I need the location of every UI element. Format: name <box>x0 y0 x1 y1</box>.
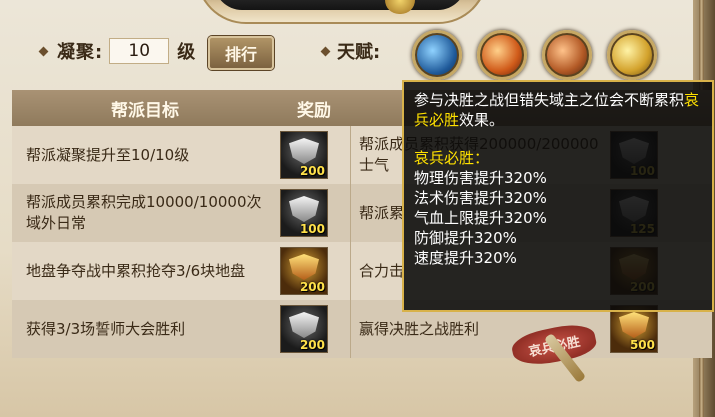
diamond-bullet-icon <box>38 46 49 56</box>
flame-emblem-icon[interactable] <box>477 30 527 80</box>
reward-item[interactable]: 200 <box>280 131 328 179</box>
tooltip-stat: 气血上限提升320% <box>414 209 547 227</box>
goal-text: 帮派凝聚提升至10/10级 <box>26 145 190 164</box>
shield-icon <box>289 138 319 164</box>
reward-item[interactable]: 100 <box>280 189 328 237</box>
reward-item[interactable]: 200 <box>280 247 328 295</box>
talent-tooltip: 参与决胜之战但错失域主之位会不断累积哀兵必胜效果。 哀兵必胜： 物理伤害提升32… <box>402 80 714 312</box>
axe-icon[interactable] <box>412 30 462 80</box>
tooltip-description: 参与决胜之战但错失域主之位会不断累积哀兵必胜效果。 <box>414 91 700 129</box>
reward-count: 200 <box>299 338 325 352</box>
gold-shield-icon <box>619 312 649 338</box>
reward-count: 100 <box>299 222 325 236</box>
reward-count: 200 <box>299 280 325 294</box>
talent-icons <box>412 30 672 80</box>
level-row: 凝聚: 10 级 <box>38 34 196 68</box>
level-unit: 级 <box>177 42 196 63</box>
tooltip-stat: 防御提升320% <box>414 229 517 247</box>
reward-item[interactable]: 200 <box>280 305 328 353</box>
level-value: 10 <box>109 38 170 64</box>
shield-icon <box>289 312 319 338</box>
level-label: 凝聚: <box>57 42 104 63</box>
goal-text: 帮派成员累积完成10000/10000次域外日常 <box>26 193 262 232</box>
header-reward: 奖励 <box>297 100 331 121</box>
tooltip-title: 哀兵必胜： <box>414 149 490 167</box>
fist-icon[interactable] <box>542 30 592 80</box>
rank-button[interactable]: 排行 <box>208 36 274 70</box>
tooltip-stat: 法术伤害提升320% <box>414 189 547 207</box>
reward-count: 200 <box>299 164 325 178</box>
tooltip-stat: 物理伤害提升320% <box>414 169 547 187</box>
shield-icon <box>289 196 319 222</box>
guild-panel: 凝聚: 10 级 排行 天赋: 帮派目标 奖励 帮派凝聚提升至10/10级 20… <box>0 0 715 417</box>
top-banner <box>196 0 488 24</box>
gold-shield-icon <box>289 254 319 280</box>
talent-label-row: 天赋: <box>320 38 381 64</box>
golden-crest-icon[interactable] <box>607 30 657 80</box>
diamond-bullet-icon <box>320 46 331 56</box>
header-goal: 帮派目标 <box>111 100 179 121</box>
talent-label: 天赋: <box>337 42 381 63</box>
tooltip-stat: 速度提升320% <box>414 249 517 267</box>
reward-item[interactable]: 500 <box>610 305 658 353</box>
reward-count: 500 <box>629 338 655 352</box>
goal-text: 地盘争夺战中累积抢夺3/6块地盘 <box>26 261 246 280</box>
goal-text: 获得3/3场誓师大会胜利 <box>26 319 186 338</box>
